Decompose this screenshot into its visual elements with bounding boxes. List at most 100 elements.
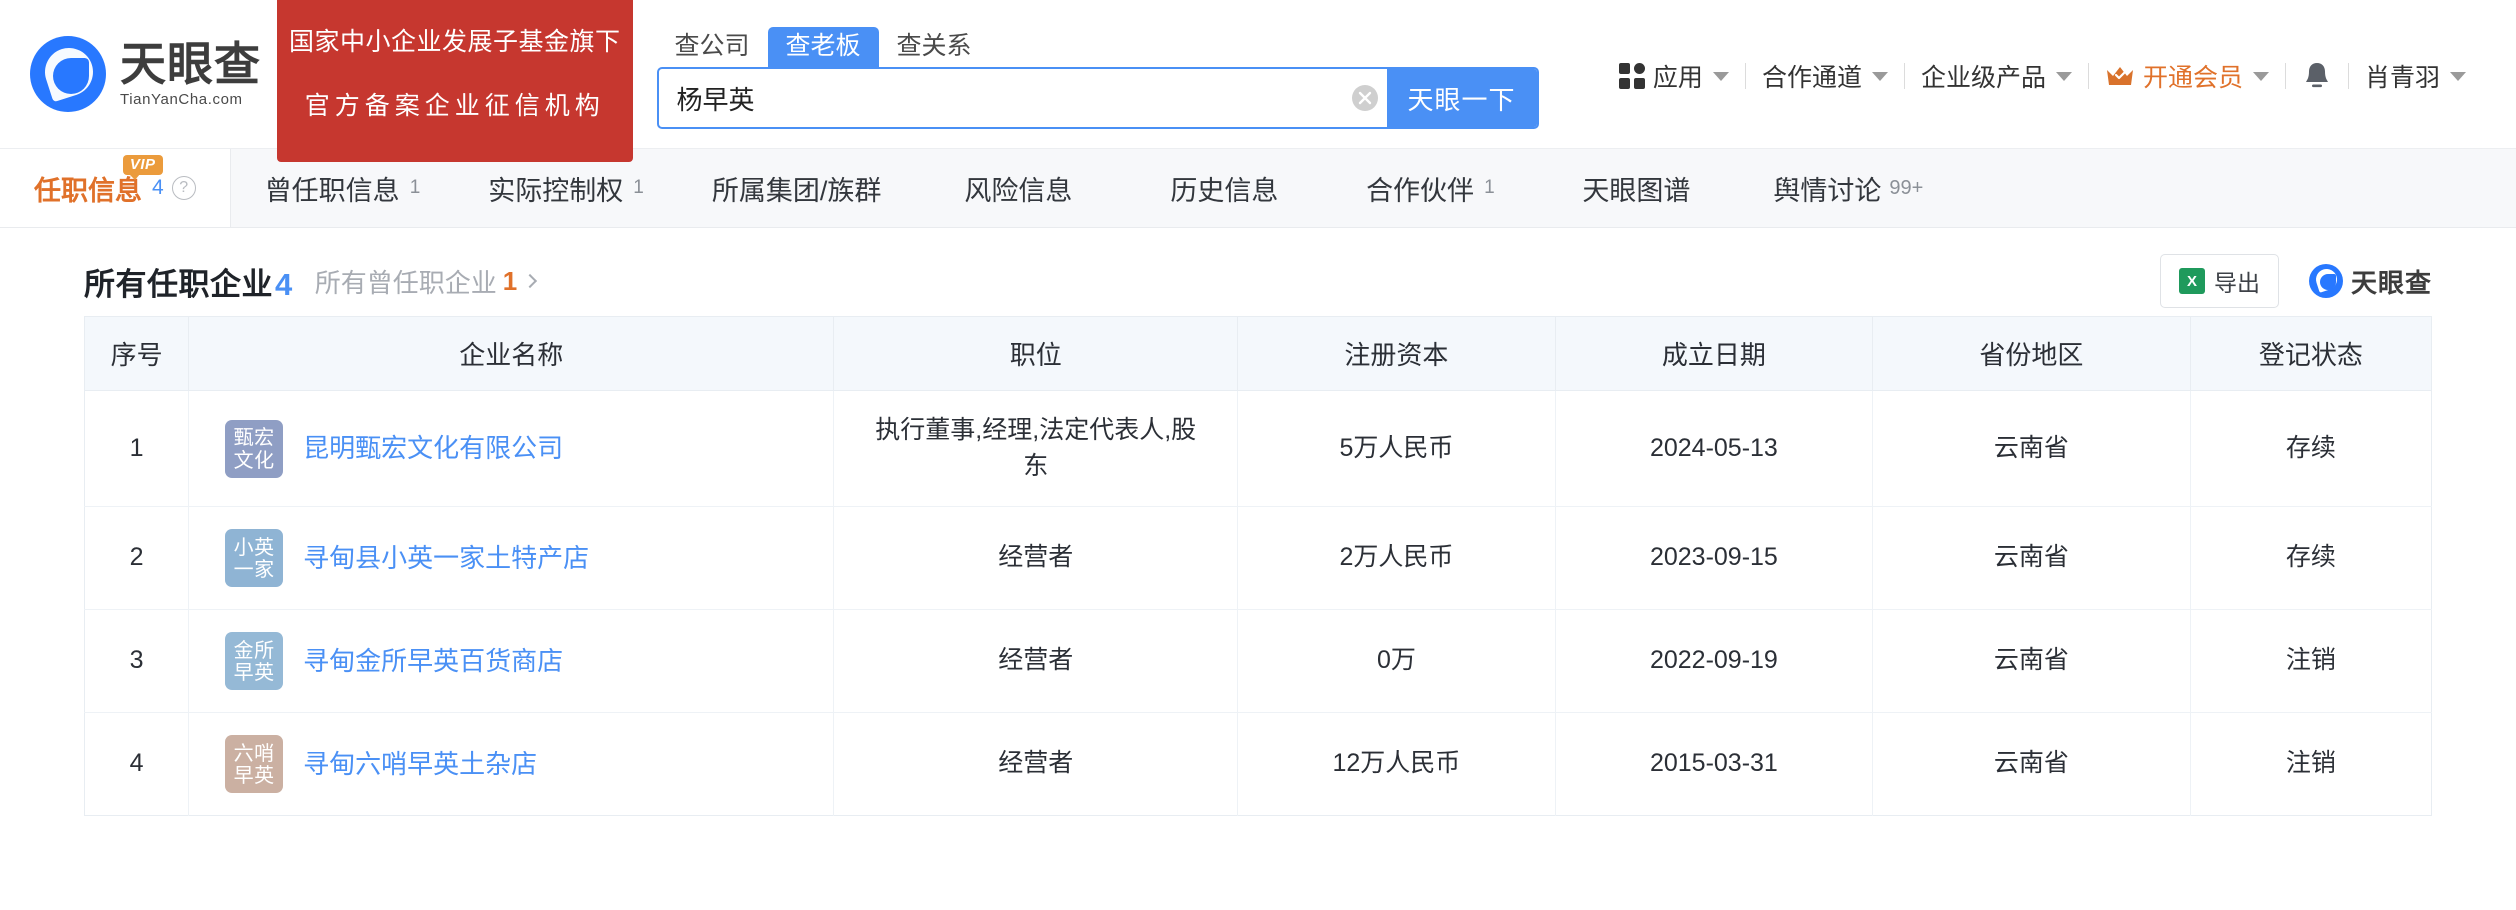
header-nav: 应用 合作通道 企业级产品 开通会员 肖青羽 (1603, 54, 2482, 94)
export-label: 导出 (2213, 270, 2260, 296)
tagline-line-1: 国家中小企业发展子基金旗下 (289, 28, 621, 56)
tab-history-info[interactable]: 历史信息 (1121, 149, 1327, 227)
tab-relationship-graph[interactable]: 天眼图谱 (1533, 149, 1739, 227)
section-title-count: 4 (275, 266, 293, 302)
nav-item-apps[interactable]: 应用 (1603, 58, 1745, 94)
search-tab-relation[interactable]: 查关系 (879, 27, 990, 67)
nav-label-enterprise-products: 企业级产品 (1920, 64, 2046, 92)
cell-capital: 2万人民币 (1237, 506, 1556, 610)
tab-label: 实际控制权 (488, 175, 624, 206)
nav-label-apps: 应用 (1652, 64, 1703, 92)
logo-name-en: TianYanCha.com (120, 91, 243, 108)
chevron-down-icon (1712, 71, 1729, 81)
former-companies-link[interactable]: 所有曾任职企业 1 (314, 263, 538, 300)
tab-label: 舆情讨论 (1773, 175, 1882, 206)
nav-item-membership[interactable]: 开通会员 (2089, 58, 2285, 94)
search-tab-company[interactable]: 查公司 (657, 27, 768, 67)
chevron-down-icon (1871, 71, 1888, 81)
search-bar: 天眼一下 (656, 67, 1539, 129)
cell-company: 六哨 早英 寻甸六哨早英土杂店 (203, 735, 819, 793)
cell-date: 2024-05-13 (1555, 390, 1874, 507)
help-icon[interactable]: ? (171, 176, 196, 200)
logo[interactable]: 天眼查 TianYanCha.com (30, 36, 261, 112)
tagline-banner: 国家中小企业发展子基金旗下 官方备案企业征信机构 (277, 0, 633, 162)
user-name: 肖青羽 (2364, 64, 2440, 92)
nav-item-enterprise-products[interactable]: 企业级产品 (1905, 58, 2088, 94)
site-header: 天眼查 TianYanCha.com 国家中小企业发展子基金旗下 官方备案企业征… (0, 0, 2516, 162)
chevron-down-icon (2450, 71, 2466, 81)
tab-current-positions[interactable]: VIP 任职信息 4 ? (0, 149, 231, 227)
table-header-row: 序号 企业名称 职位 注册资本 成立日期 省份地区 登记状态 (84, 316, 2432, 391)
status-badge: 注销 (2190, 609, 2432, 713)
cell-company: 甄宏 文化 昆明甄宏文化有限公司 (203, 419, 819, 478)
section-tabs: VIP 任职信息 4 ? 曾任职信息 1 实际控制权 1 所属集团/族群 风险信… (0, 148, 2516, 228)
table-body: 1 甄宏 文化 昆明甄宏文化有限公司 执行董事,经理,法定代表人,股东 5万人民币… (84, 390, 2432, 816)
logo-text: 天眼查 TianYanCha.com (120, 41, 261, 107)
tagline-line-2: 官方备案企业征信机构 (304, 92, 605, 120)
column-header-index: 序号 (84, 316, 190, 391)
column-header-position: 职位 (833, 316, 1239, 391)
export-button[interactable]: X 导出 (2159, 254, 2279, 308)
tab-count: 1 (633, 177, 644, 198)
tianyancha-logo-icon (30, 36, 106, 112)
status-badge: 存续 (2190, 506, 2432, 610)
search-tab-boss[interactable]: 查老板 (767, 27, 879, 67)
tab-actual-control[interactable]: 实际控制权 1 (454, 149, 678, 227)
clear-icon[interactable] (1343, 69, 1387, 127)
chevron-down-icon (2252, 71, 2269, 81)
bell-icon (2305, 63, 2328, 88)
cell-date: 2015-03-31 (1555, 712, 1874, 816)
company-name-link[interactable]: 昆明甄宏文化有限公司 (303, 430, 563, 467)
nav-label-membership: 开通会员 (2142, 64, 2243, 92)
crown-icon (2105, 64, 2135, 88)
cell-date: 2023-09-15 (1555, 506, 1874, 610)
tab-label: 曾任职信息 (264, 175, 400, 206)
tab-label: 天眼图谱 (1582, 175, 1691, 206)
company-name-link[interactable]: 寻甸六哨早英土杂店 (303, 746, 537, 783)
cell-province: 云南省 (1872, 390, 2191, 507)
cell-date: 2022-09-19 (1555, 609, 1874, 713)
column-header-date: 成立日期 (1555, 316, 1874, 391)
former-companies-count: 1 (502, 265, 518, 296)
table-row: 1 甄宏 文化 昆明甄宏文化有限公司 执行董事,经理,法定代表人,股东 5万人民币… (84, 390, 2432, 507)
table-row: 4 六哨 早英 寻甸六哨早英土杂店 经营者 12万人民币 2015-03-31 云… (84, 712, 2432, 816)
main-content: 所有任职企业4 所有曾任职企业 1 X 导出 天眼查 序号 企业名称 职位 注册… (0, 228, 2516, 816)
column-header-province: 省份地区 (1872, 316, 2191, 391)
page-title: 所有任职企业4 (84, 259, 293, 304)
tab-risk-info[interactable]: 风险信息 (915, 149, 1121, 227)
column-header-company: 企业名称 (188, 316, 835, 391)
cell-position: 执行董事,经理,法定代表人,股东 (833, 390, 1239, 507)
notification-bell-button[interactable] (2286, 60, 2348, 92)
cell-index: 3 (84, 609, 190, 713)
search-area: 查公司 查老板 查关系 天眼一下 (656, 19, 1539, 129)
former-companies-label: 所有曾任职企业 (314, 267, 497, 298)
tab-label: 所属集团/族群 (711, 175, 882, 206)
cell-position: 经营者 (833, 506, 1239, 610)
search-input[interactable] (658, 69, 1343, 127)
company-name-link[interactable]: 寻甸金所早英百货商店 (303, 643, 563, 680)
cell-capital: 0万 (1237, 609, 1556, 713)
status-badge: 注销 (2285, 749, 2336, 778)
cell-province: 云南省 (1872, 506, 2191, 610)
nav-item-partners[interactable]: 合作通道 (1746, 58, 1904, 94)
tab-former-positions[interactable]: 曾任职信息 1 (231, 149, 455, 227)
column-header-capital: 注册资本 (1237, 316, 1556, 391)
section-header: 所有任职企业4 所有曾任职企业 1 X 导出 天眼查 (84, 228, 2432, 316)
table-header: 序号 企业名称 职位 注册资本 成立日期 省份地区 登记状态 (84, 316, 2432, 391)
tab-count: 1 (409, 177, 421, 198)
section-title-text: 所有任职企业 (84, 266, 273, 302)
tab-label: 历史信息 (1170, 175, 1279, 206)
company-logo: 六哨 早英 (225, 735, 284, 793)
cell-capital: 12万人民币 (1237, 712, 1556, 816)
company-name-link[interactable]: 寻甸县小英一家土特产店 (303, 540, 589, 577)
search-button[interactable]: 天眼一下 (1386, 69, 1537, 127)
cell-province: 云南省 (1872, 712, 2191, 816)
excel-icon: X (2178, 268, 2205, 294)
tab-group-affiliation[interactable]: 所属集团/族群 (678, 149, 916, 227)
status-badge: 存续 (2190, 390, 2432, 507)
tab-public-opinion[interactable]: 舆情讨论 99+ (1739, 149, 1957, 227)
tianyancha-logo-icon (2308, 264, 2343, 298)
cell-position: 经营者 (833, 712, 1239, 816)
tab-business-partners[interactable]: 合作伙伴 1 (1327, 149, 1533, 227)
nav-item-user[interactable]: 肖青羽 (2349, 58, 2482, 94)
